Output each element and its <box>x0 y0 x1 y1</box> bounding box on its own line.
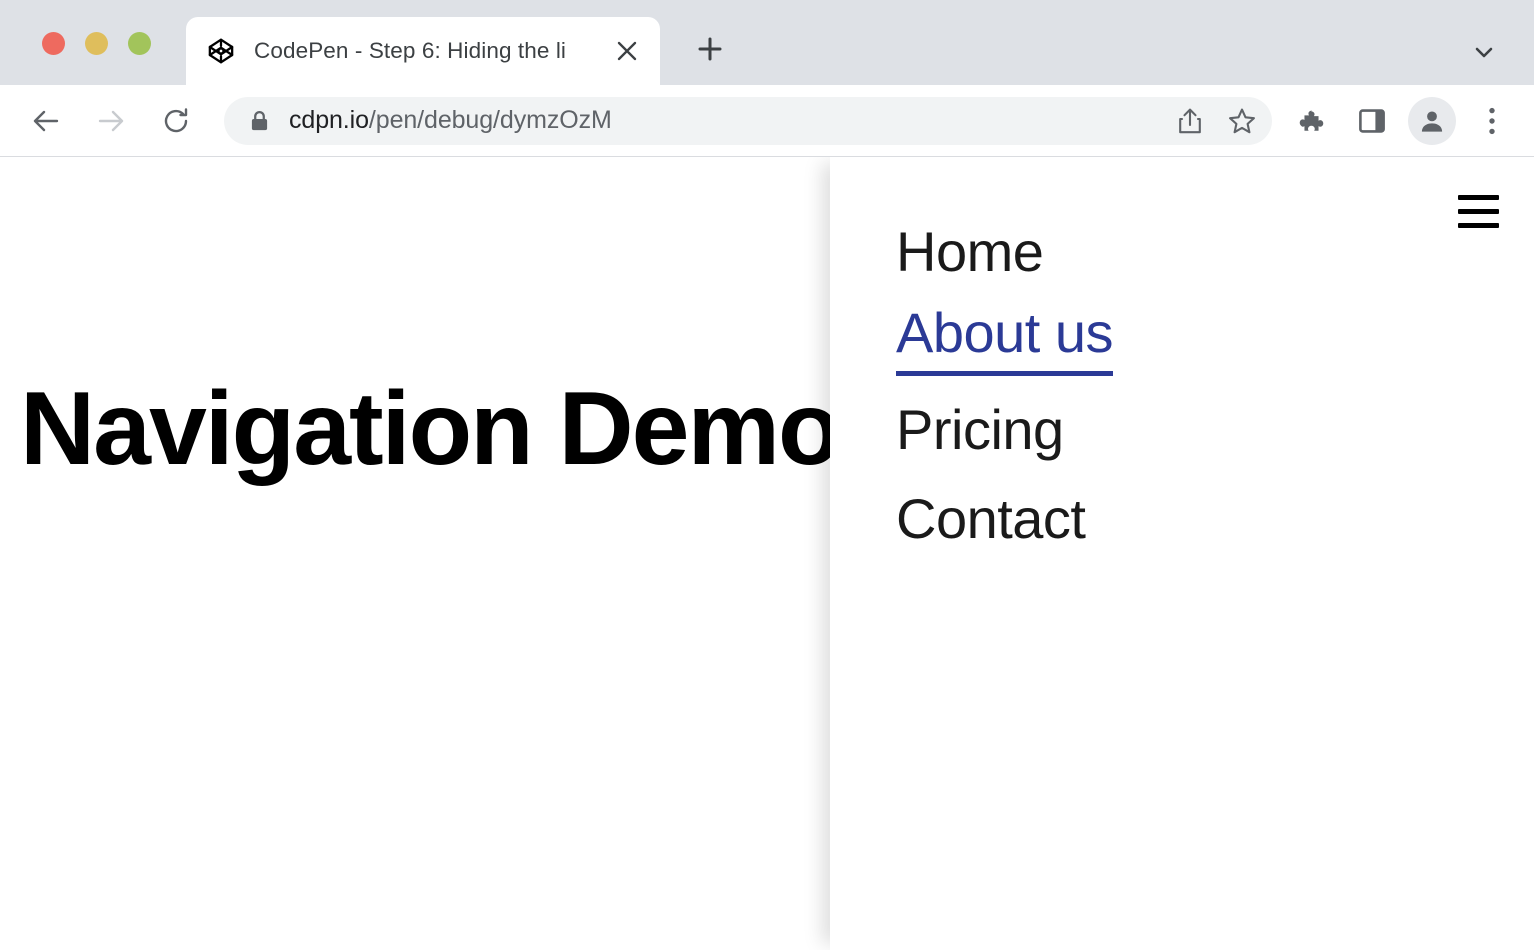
browser-menu-button[interactable] <box>1468 97 1516 145</box>
page-title: Navigation Demo <box>20 370 839 490</box>
share-button[interactable] <box>1168 99 1212 143</box>
hamburger-menu-icon <box>1458 209 1499 214</box>
tab-title: CodePen - Step 6: Hiding the li <box>254 38 606 64</box>
toolbar-actions <box>1288 97 1516 145</box>
nav-link-contact[interactable]: Contact <box>896 491 1086 547</box>
back-button[interactable] <box>22 97 70 145</box>
hamburger-menu-icon <box>1458 195 1499 200</box>
tab-close-button[interactable] <box>610 34 644 68</box>
hamburger-menu-icon <box>1458 223 1499 228</box>
url-text: cdpn.io/pen/debug/dymzOzM <box>289 106 1168 135</box>
window-controls <box>42 32 151 55</box>
url-path: /pen/debug/dymzOzM <box>369 106 612 134</box>
star-icon <box>1228 107 1256 135</box>
browser-tab-active[interactable]: CodePen - Step 6: Hiding the li <box>186 17 660 85</box>
close-icon <box>616 40 638 62</box>
nav-link-pricing[interactable]: Pricing <box>896 402 1064 458</box>
nav-item-about-us[interactable]: About us <box>896 296 1113 385</box>
nav-list: Home About us Pricing Contact <box>896 207 1113 563</box>
window-minimize-button[interactable] <box>85 32 108 55</box>
new-tab-button[interactable] <box>682 21 738 77</box>
reload-button[interactable] <box>152 97 200 145</box>
avatar-icon <box>1418 107 1446 135</box>
reload-icon <box>161 106 191 136</box>
chevron-down-icon <box>1472 40 1496 64</box>
plus-icon <box>697 36 723 62</box>
codepen-logo-icon <box>208 38 234 64</box>
extensions-button[interactable] <box>1288 97 1336 145</box>
puzzle-piece-icon <box>1297 106 1327 136</box>
nav-item-pricing[interactable]: Pricing <box>896 385 1113 474</box>
side-panel-icon <box>1358 107 1386 135</box>
side-panel-button[interactable] <box>1348 97 1396 145</box>
arrow-left-icon <box>30 105 62 137</box>
forward-button[interactable] <box>87 97 135 145</box>
nav-item-home[interactable]: Home <box>896 207 1113 296</box>
window-close-button[interactable] <box>42 32 65 55</box>
nav-link-about-us[interactable]: About us <box>896 305 1113 376</box>
three-dot-menu-icon <box>1488 106 1496 136</box>
address-bar[interactable]: cdpn.io/pen/debug/dymzOzM <box>224 97 1272 145</box>
profile-button[interactable] <box>1408 97 1456 145</box>
nav-link-home[interactable]: Home <box>896 224 1043 280</box>
arrow-right-icon <box>95 105 127 137</box>
page-viewport: Navigation Demo Home About us Pricing Co… <box>0 157 1534 950</box>
navigation-panel: Home About us Pricing Contact <box>830 157 1534 950</box>
browser-window: CodePen - Step 6: Hiding the li <box>0 0 1534 950</box>
lock-icon <box>250 110 269 132</box>
browser-toolbar: cdpn.io/pen/debug/dymzOzM <box>0 85 1534 157</box>
nav-item-contact[interactable]: Contact <box>896 474 1113 563</box>
hamburger-menu-button[interactable] <box>1448 183 1508 239</box>
share-icon <box>1177 107 1203 135</box>
tab-strip: CodePen - Step 6: Hiding the li <box>0 0 1534 85</box>
tab-search-button[interactable] <box>1460 28 1508 76</box>
url-domain: cdpn.io <box>289 106 369 134</box>
window-maximize-button[interactable] <box>128 32 151 55</box>
bookmark-button[interactable] <box>1220 99 1264 143</box>
omnibox-actions <box>1168 99 1264 143</box>
